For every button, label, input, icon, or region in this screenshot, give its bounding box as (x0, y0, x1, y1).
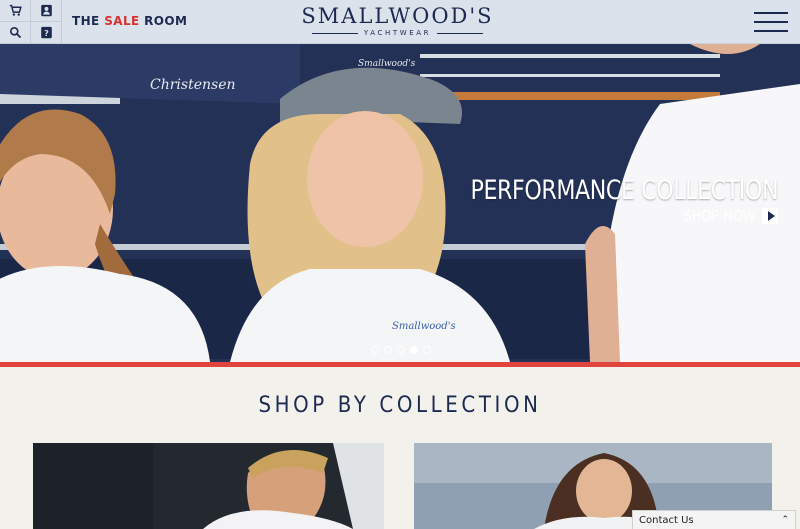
shop-now-label: SHOP NOW (683, 207, 755, 225)
brand-rule-right (437, 32, 484, 34)
contact-us-tab[interactable]: Contact Us ⌃ (632, 510, 796, 529)
site-header: ? THE SALE ROOM SMALLWOOD'S YACHTWEAR (0, 0, 800, 44)
sale-highlight: SALE (104, 14, 140, 28)
header-icon-grid: ? (0, 0, 62, 44)
boat-lettering: Christensen (150, 77, 236, 93)
cart-icon (9, 4, 22, 16)
account-icon (40, 4, 52, 17)
menu-line (754, 21, 788, 23)
cart-button[interactable] (0, 0, 31, 22)
brand-sub-text: YACHTWEAR (363, 29, 432, 37)
brand-name: SMALLWOOD'S (301, 4, 494, 28)
help-icon: ? (40, 26, 52, 39)
slider-dot-active[interactable] (410, 346, 418, 354)
chevron-up-icon: ⌃ (781, 515, 789, 525)
search-button[interactable] (0, 22, 31, 44)
sale-room-link[interactable]: THE SALE ROOM (72, 14, 187, 28)
accent-divider (0, 362, 800, 367)
slider-dot[interactable] (371, 346, 379, 354)
brand-rule-left (311, 32, 358, 34)
search-icon (9, 26, 21, 39)
brand-logo[interactable]: SMALLWOOD'S YACHTWEAR (290, 4, 505, 37)
contact-us-label: Contact Us (639, 514, 694, 526)
hero-slider[interactable]: Christensen Smallwood's Smallwood's PERF… (0, 44, 800, 362)
slider-dot[interactable] (423, 346, 431, 354)
slider-dots (371, 346, 431, 354)
sale-suffix: ROOM (139, 14, 188, 28)
menu-line (754, 30, 788, 32)
account-button[interactable] (31, 0, 62, 22)
help-button[interactable]: ? (31, 22, 62, 44)
collection-image-1 (33, 443, 384, 529)
slider-dot[interactable] (397, 346, 405, 354)
play-arrow-icon (762, 208, 778, 224)
brand-subtitle: YACHTWEAR (290, 29, 505, 37)
cap-logo: Smallwood's (358, 59, 416, 69)
hamburger-menu-icon[interactable] (754, 12, 788, 32)
shirt-logo: Smallwood's (392, 321, 456, 332)
svg-text:?: ? (44, 28, 49, 38)
section-title: SHOP BY COLLECTION (258, 393, 542, 418)
collection-card-1[interactable] (33, 443, 384, 529)
shop-now-link[interactable]: SHOP NOW (671, 207, 778, 225)
sale-prefix: THE (72, 14, 105, 28)
hero-headline: PERFORMANCE COLLECTION (470, 175, 778, 206)
menu-line (754, 12, 788, 14)
slider-dot[interactable] (384, 346, 392, 354)
